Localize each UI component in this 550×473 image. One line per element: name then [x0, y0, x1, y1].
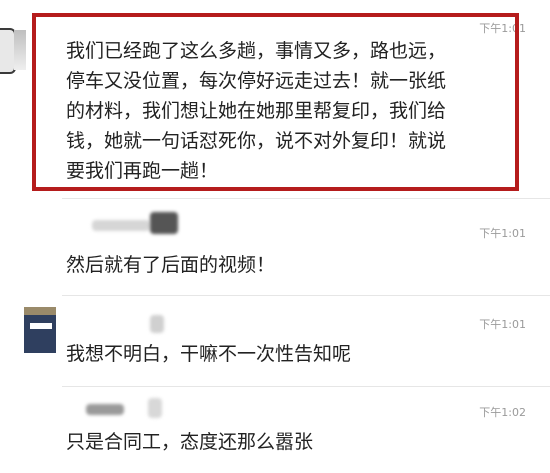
avatar-detail: [30, 323, 52, 329]
sender-name-blurred: [150, 315, 164, 333]
message-line: 要我们再跑一趟！: [66, 160, 219, 182]
sender-name-blurred: [92, 220, 150, 231]
message-text[interactable]: 我们已经跑了这么多趟，事情又多，路也远， 停车又没位置，每次停好远走过去！就一张…: [66, 36, 506, 186]
message-time: 下午1:01: [479, 227, 526, 240]
divider: [62, 295, 550, 296]
message-line: 停车又没位置，每次停好远走过去！就一张纸: [66, 70, 447, 92]
avatar-edge: [14, 30, 26, 70]
avatar[interactable]: [24, 307, 56, 353]
message-line: 的材料，我们想让她在她那里帮复印，我们给: [66, 100, 447, 122]
message-text[interactable]: 只是合同工，态度还那么嚣张: [66, 427, 313, 457]
sender-name-blurred: [150, 212, 178, 234]
divider: [62, 386, 550, 387]
avatar-detail: [24, 307, 56, 315]
message-line: 钱，她就一句话怼死你，说不对外复印！就说: [66, 130, 447, 152]
message-time: 下午1:02: [479, 406, 526, 419]
divider: [62, 198, 550, 199]
message-time: 下午1:01: [479, 318, 526, 331]
message-line: 我们已经跑了这么多趟，事情又多，路也远，: [66, 40, 447, 62]
sender-name-blurred: [148, 398, 162, 418]
message-text[interactable]: 我想不明白，干嘛不一次性告知呢: [66, 339, 351, 369]
sender-name-blurred: [86, 404, 124, 415]
chat-screen: 下午1:01 我们已经跑了这么多趟，事情又多，路也远， 停车又没位置，每次停好远…: [0, 0, 550, 473]
message-text[interactable]: 然后就有了后面的视频！: [66, 250, 275, 280]
